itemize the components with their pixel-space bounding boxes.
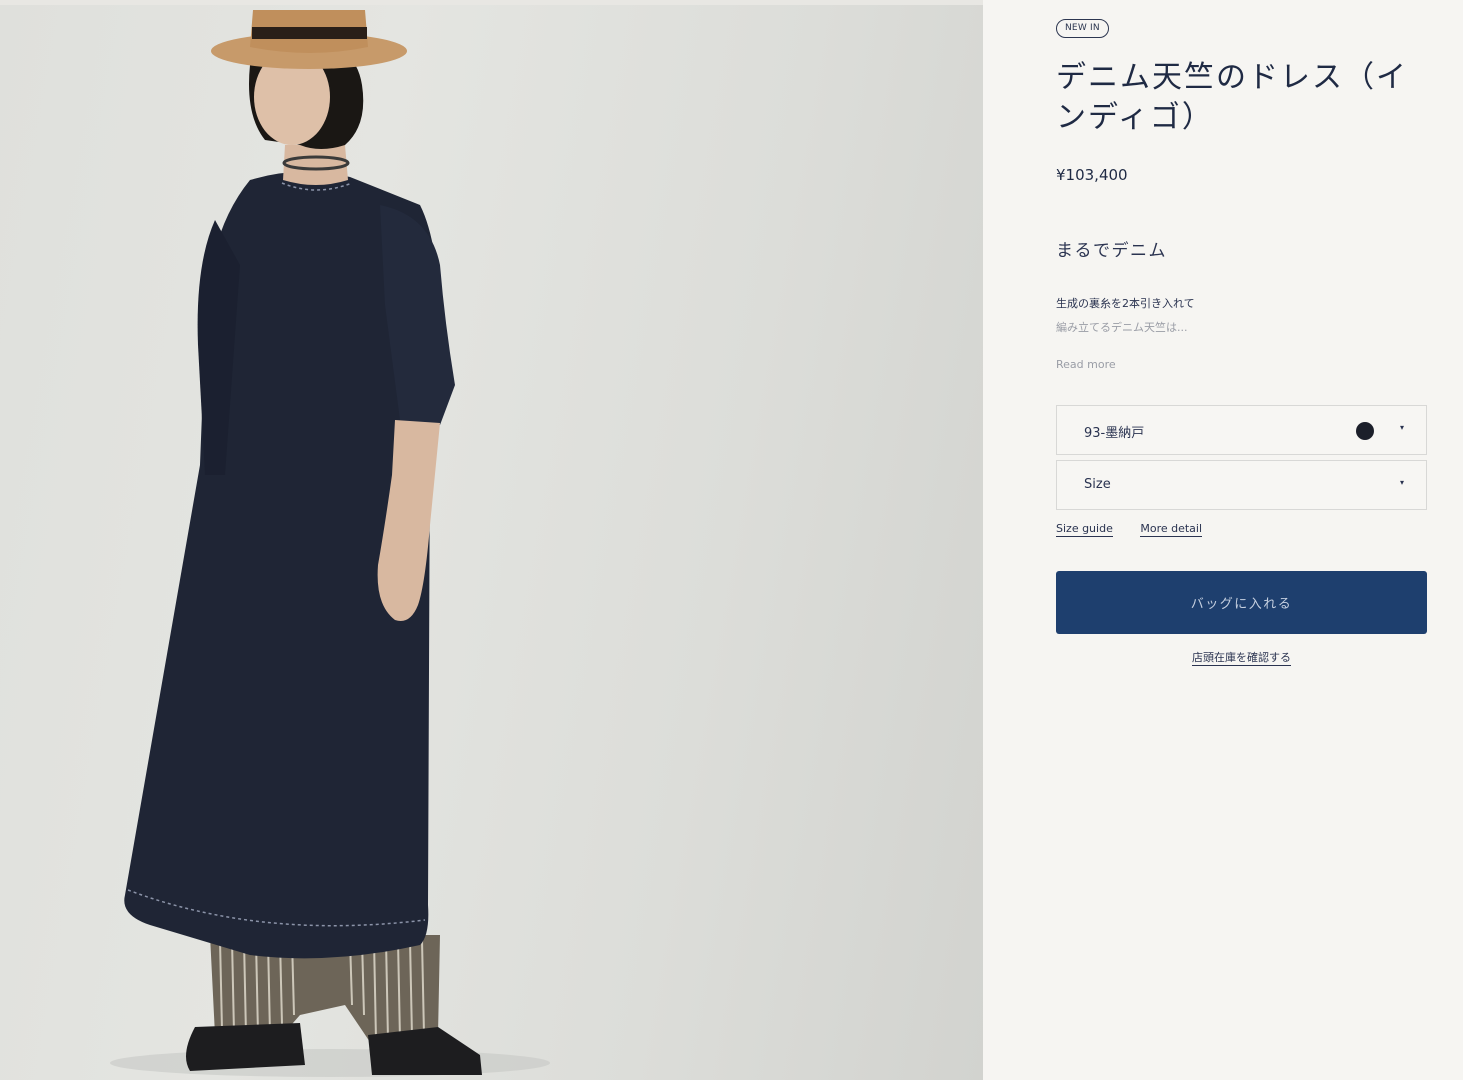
- store-stock-row: 店頭在庫を確認する: [1056, 649, 1427, 666]
- product-price: ¥103,400: [1056, 166, 1128, 184]
- chevron-down-icon: ▾: [1399, 478, 1404, 487]
- product-title: デニム天竺のドレス（インディゴ）: [1056, 60, 1408, 135]
- product-info-panel: NEW IN デニム天竺のドレス（インディゴ） ¥103,400 まるでデニム …: [983, 0, 1463, 1080]
- description-line-1: 生成の裏糸を2本引き入れて: [1056, 297, 1195, 310]
- size-guide-link[interactable]: Size guide: [1056, 522, 1113, 537]
- product-image[interactable]: [0, 5, 983, 1080]
- model-illustration: [110, 10, 550, 1077]
- description-line-2: 編み立てるデニム天竺は...: [1056, 321, 1188, 334]
- product-page: NEW IN デニム天竺のドレス（インディゴ） ¥103,400 まるでデニム …: [0, 0, 1463, 1080]
- read-more-link[interactable]: Read more: [1056, 358, 1116, 371]
- product-subtitle: まるでデニム: [1056, 241, 1167, 261]
- more-detail-link[interactable]: More detail: [1140, 522, 1203, 537]
- color-select-value: 93-墨納戸: [1084, 426, 1145, 441]
- size-select-value: Size: [1084, 477, 1111, 492]
- new-in-badge: NEW IN: [1056, 19, 1109, 38]
- color-swatch: [1356, 422, 1374, 440]
- add-to-bag-button[interactable]: バッグに入れる: [1056, 571, 1427, 634]
- color-select[interactable]: 93-墨納戸 ▾: [1056, 405, 1427, 455]
- product-links: Size guide More detail: [1056, 522, 1203, 537]
- size-select[interactable]: Size ▾: [1056, 460, 1427, 510]
- chevron-down-icon: ▾: [1399, 423, 1404, 432]
- check-store-stock-link[interactable]: 店頭在庫を確認する: [1192, 651, 1291, 666]
